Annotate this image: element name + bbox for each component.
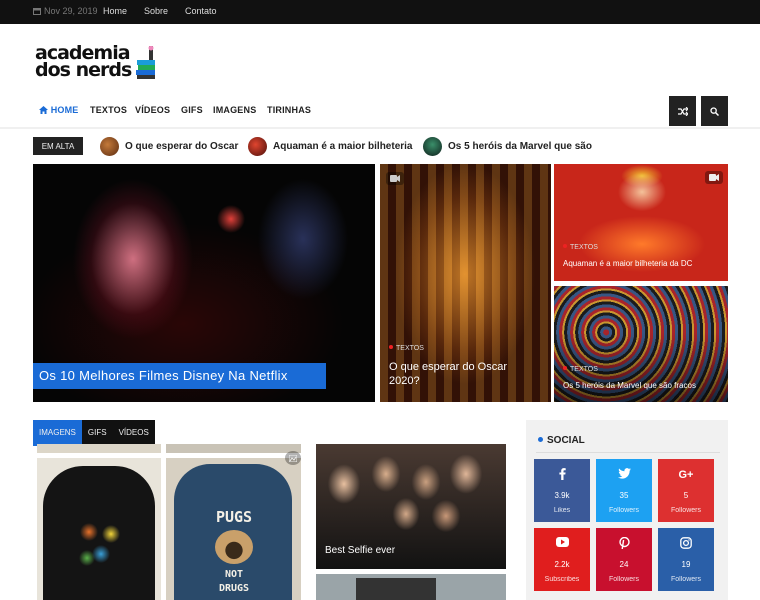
social-title: SOCIAL: [538, 435, 585, 446]
featured-oscar-post[interactable]: TEXTOS O que esperar do Oscar 2020?: [380, 164, 551, 402]
category-label: TEXTOS: [563, 366, 598, 373]
selfie-title: Best Selfie ever: [325, 545, 396, 556]
facebook-icon: [534, 468, 590, 482]
trending-item[interactable]: Aquaman é a maior bilheteria: [248, 136, 413, 156]
google-plus-icon: G+: [678, 469, 694, 481]
social-divider: [536, 452, 720, 453]
trending-item[interactable]: Os 5 heróis da Marvel que são: [423, 136, 592, 156]
post-image-strip: [166, 444, 301, 453]
shirt-text-top: PUGS: [215, 508, 253, 526]
nav-gifs[interactable]: GIFS: [181, 105, 203, 115]
site-logo[interactable]: academia dos nerds: [35, 44, 160, 82]
shuffle-icon: [677, 106, 688, 116]
trending-item[interactable]: O que esperar do Oscar: [100, 136, 238, 156]
trending-thumbnail: [248, 136, 267, 156]
featured-main-title: Os 10 Melhores Filmes Disney Na Netflix: [33, 363, 326, 389]
featured-marvel-post[interactable]: TEXTOS Os 5 heróis da Marvel que são fra…: [554, 286, 728, 402]
featured-main-post[interactable]: Os 10 Melhores Filmes Disney Na Netflix: [33, 164, 375, 402]
instagram-button[interactable]: 19 Followers: [658, 528, 714, 591]
nav-textos[interactable]: TEXTOS: [90, 105, 127, 115]
nav-videos[interactable]: VÍDEOS: [135, 105, 170, 115]
search-button[interactable]: [701, 96, 728, 126]
pokemon-print: [77, 518, 125, 568]
post-image-strip: [37, 444, 161, 453]
pugs-shirt-post[interactable]: PUGS NOT DRUGS: [166, 458, 301, 600]
trending-badge: EM ALTA: [33, 137, 83, 155]
camera-icon: [709, 174, 719, 181]
category-label: TEXTOS: [389, 345, 424, 352]
image-detail: [356, 578, 436, 600]
home-icon: [39, 106, 48, 114]
date: Nov 29, 2019: [33, 6, 98, 16]
pinterest-button[interactable]: 24 Followers: [596, 528, 652, 591]
facebook-button[interactable]: 3.9k Likes: [534, 459, 590, 522]
post-format-icon: [705, 171, 723, 184]
main-nav: HOME TEXTOS VÍDEOS GIFS IMAGENS TIRINHAS: [0, 96, 760, 126]
pokemon-shirt-post[interactable]: [37, 458, 161, 600]
camera-icon: [390, 175, 400, 182]
logo-line-2: dos nerds: [35, 59, 132, 81]
top-link-contato[interactable]: Contato: [185, 6, 217, 16]
tab-videos[interactable]: VÍDEOS: [113, 420, 155, 444]
post-title: Os 5 heróis da Marvel que são fracos: [563, 381, 696, 390]
trending-thumbnail: [423, 136, 442, 156]
post-format-icon: [386, 172, 404, 185]
top-link-sobre[interactable]: Sobre: [144, 6, 168, 16]
image-icon: [289, 454, 297, 462]
books-icon: [136, 46, 155, 79]
youtube-icon: [534, 537, 590, 551]
selfie-post[interactable]: Best Selfie ever: [316, 444, 506, 569]
post-format-icon: [285, 451, 301, 465]
tab-imagens[interactable]: IMAGENS: [33, 420, 82, 444]
trending-thumbnail: [100, 136, 119, 156]
nav-imagens[interactable]: IMAGENS: [213, 105, 256, 115]
nav-home[interactable]: HOME: [39, 105, 79, 115]
tab-gifs[interactable]: GIFS: [82, 420, 113, 444]
category-label: TEXTOS: [563, 244, 598, 251]
google-plus-button[interactable]: G+ 5 Followers: [658, 459, 714, 522]
nav-divider: [0, 127, 760, 129]
post-title: O que esperar do Oscar 2020?: [389, 361, 508, 387]
featured-aquaman-post[interactable]: TEXTOS Aquaman é a maior bilheteria da D…: [554, 164, 728, 281]
random-button[interactable]: [669, 96, 696, 126]
top-link-home[interactable]: Home: [103, 6, 127, 16]
shirt-text-bottom: NOT DRUGS: [218, 569, 250, 594]
pinterest-icon: [596, 537, 652, 551]
post-title: Aquaman é a maior bilheteria da DC: [563, 259, 693, 268]
calendar-icon: [33, 8, 41, 15]
twitter-icon: [596, 468, 652, 482]
top-bar: Nov 29, 2019 Home Sobre Contato: [0, 0, 760, 24]
pug-face: [215, 530, 253, 564]
nav-tirinhas[interactable]: TIRINHAS: [267, 105, 311, 115]
instagram-icon: [658, 537, 714, 551]
content-tabs: IMAGENS GIFS VÍDEOS: [33, 420, 155, 444]
youtube-button[interactable]: 2.2k Subscribes: [534, 528, 590, 591]
twitter-button[interactable]: 35 Followers: [596, 459, 652, 522]
next-post-image[interactable]: [316, 574, 506, 600]
search-icon: [710, 106, 719, 116]
